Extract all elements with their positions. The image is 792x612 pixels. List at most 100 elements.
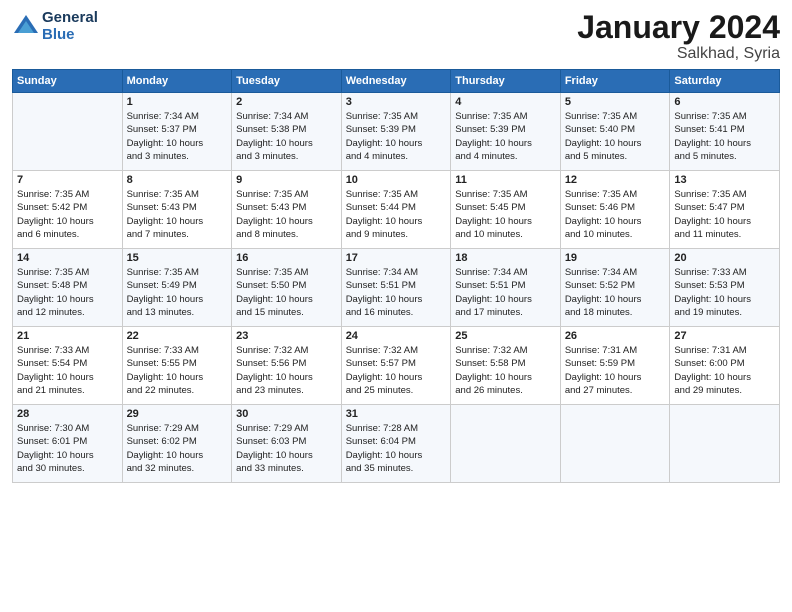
col-thursday: Thursday [451, 70, 561, 93]
calendar-cell: 7Sunrise: 7:35 AMSunset: 5:42 PMDaylight… [13, 171, 123, 249]
cell-line: Sunset: 5:56 PM [236, 357, 337, 370]
cell-content: Sunrise: 7:35 AMSunset: 5:39 PMDaylight:… [346, 110, 447, 163]
cell-line: Sunset: 5:37 PM [127, 123, 228, 136]
cell-line: and 17 minutes. [455, 306, 556, 319]
cell-line: Daylight: 10 hours [674, 371, 775, 384]
calendar-cell: 22Sunrise: 7:33 AMSunset: 5:55 PMDayligh… [122, 327, 232, 405]
cell-line: Daylight: 10 hours [127, 137, 228, 150]
cell-line: and 11 minutes. [674, 228, 775, 241]
header: General Blue January 2024 Salkhad, Syria [12, 10, 780, 63]
cell-content: Sunrise: 7:35 AMSunset: 5:39 PMDaylight:… [455, 110, 556, 163]
title-block: January 2024 Salkhad, Syria [577, 10, 780, 63]
cell-content: Sunrise: 7:35 AMSunset: 5:49 PMDaylight:… [127, 266, 228, 319]
cell-line: Daylight: 10 hours [674, 137, 775, 150]
calendar-cell: 4Sunrise: 7:35 AMSunset: 5:39 PMDaylight… [451, 93, 561, 171]
cell-line: Sunset: 6:00 PM [674, 357, 775, 370]
calendar-cell: 16Sunrise: 7:35 AMSunset: 5:50 PMDayligh… [232, 249, 342, 327]
cell-line: Sunset: 5:49 PM [127, 279, 228, 292]
day-number: 7 [17, 174, 118, 186]
cell-line: Sunset: 5:51 PM [346, 279, 447, 292]
cell-line: and 22 minutes. [127, 384, 228, 397]
location: Salkhad, Syria [577, 45, 780, 63]
cell-line: Daylight: 10 hours [236, 449, 337, 462]
day-number: 6 [674, 96, 775, 108]
cell-line: Sunrise: 7:34 AM [346, 266, 447, 279]
day-number: 1 [127, 96, 228, 108]
calendar-cell: 31Sunrise: 7:28 AMSunset: 6:04 PMDayligh… [341, 405, 451, 483]
day-number: 11 [455, 174, 556, 186]
calendar-cell [560, 405, 670, 483]
month-year: January 2024 [577, 10, 780, 45]
calendar-cell: 26Sunrise: 7:31 AMSunset: 5:59 PMDayligh… [560, 327, 670, 405]
cell-line: and 35 minutes. [346, 462, 447, 475]
calendar-header-row: Sunday Monday Tuesday Wednesday Thursday… [13, 70, 780, 93]
cell-line: Sunset: 6:01 PM [17, 435, 118, 448]
calendar-cell: 17Sunrise: 7:34 AMSunset: 5:51 PMDayligh… [341, 249, 451, 327]
cell-content: Sunrise: 7:35 AMSunset: 5:43 PMDaylight:… [236, 188, 337, 241]
cell-line: Sunset: 6:02 PM [127, 435, 228, 448]
calendar-cell: 9Sunrise: 7:35 AMSunset: 5:43 PMDaylight… [232, 171, 342, 249]
cell-line: Daylight: 10 hours [674, 293, 775, 306]
col-saturday: Saturday [670, 70, 780, 93]
day-number: 28 [17, 408, 118, 420]
cell-line: Daylight: 10 hours [236, 293, 337, 306]
calendar-week-2: 7Sunrise: 7:35 AMSunset: 5:42 PMDaylight… [13, 171, 780, 249]
cell-line: Daylight: 10 hours [346, 293, 447, 306]
day-number: 2 [236, 96, 337, 108]
cell-line: Sunset: 5:48 PM [17, 279, 118, 292]
cell-line: and 13 minutes. [127, 306, 228, 319]
calendar-cell: 27Sunrise: 7:31 AMSunset: 6:00 PMDayligh… [670, 327, 780, 405]
cell-line: Sunrise: 7:35 AM [346, 110, 447, 123]
cell-line: and 9 minutes. [346, 228, 447, 241]
calendar-cell: 23Sunrise: 7:32 AMSunset: 5:56 PMDayligh… [232, 327, 342, 405]
cell-line: and 27 minutes. [565, 384, 666, 397]
cell-content: Sunrise: 7:34 AMSunset: 5:38 PMDaylight:… [236, 110, 337, 163]
calendar-cell: 6Sunrise: 7:35 AMSunset: 5:41 PMDaylight… [670, 93, 780, 171]
day-number: 10 [346, 174, 447, 186]
cell-line: Sunset: 5:55 PM [127, 357, 228, 370]
cell-line: Sunrise: 7:29 AM [236, 422, 337, 435]
cell-content: Sunrise: 7:32 AMSunset: 5:57 PMDaylight:… [346, 344, 447, 397]
cell-line: Daylight: 10 hours [236, 137, 337, 150]
calendar-cell: 8Sunrise: 7:35 AMSunset: 5:43 PMDaylight… [122, 171, 232, 249]
cell-content: Sunrise: 7:29 AMSunset: 6:03 PMDaylight:… [236, 422, 337, 475]
cell-line: and 3 minutes. [127, 150, 228, 163]
calendar-cell: 1 Sunrise: 7:34 AMSunset: 5:37 PMDaylight… [122, 93, 232, 171]
calendar-cell: 19Sunrise: 7:34 AMSunset: 5:52 PMDayligh… [560, 249, 670, 327]
cell-line: Sunrise: 7:35 AM [565, 188, 666, 201]
cell-content: Sunrise: 7:35 AMSunset: 5:47 PMDaylight:… [674, 188, 775, 241]
cell-line: Daylight: 10 hours [346, 215, 447, 228]
cell-line: Sunset: 5:39 PM [455, 123, 556, 136]
cell-line: and 19 minutes. [674, 306, 775, 319]
cell-content: Sunrise: 7:32 AMSunset: 5:56 PMDaylight:… [236, 344, 337, 397]
cell-line: Sunrise: 7:35 AM [674, 188, 775, 201]
cell-line: Sunrise: 7:35 AM [17, 188, 118, 201]
day-number: 15 [127, 252, 228, 264]
cell-line: Sunset: 5:45 PM [455, 201, 556, 214]
cell-line: Sunset: 6:04 PM [346, 435, 447, 448]
cell-line: Daylight: 10 hours [17, 449, 118, 462]
cell-content: Sunrise: 7:32 AMSunset: 5:58 PMDaylight:… [455, 344, 556, 397]
day-number: 13 [674, 174, 775, 186]
cell-line: Sunrise: 7:35 AM [455, 110, 556, 123]
cell-content: Sunrise: 7:35 AMSunset: 5:48 PMDaylight:… [17, 266, 118, 319]
day-number: 5 [565, 96, 666, 108]
cell-line: Sunset: 5:38 PM [236, 123, 337, 136]
page-container: General Blue January 2024 Salkhad, Syria… [0, 0, 792, 491]
cell-line: Sunrise: 7:35 AM [127, 266, 228, 279]
calendar-cell: 13 Sunrise: 7:35 AMSunset: 5:47 PMDayligh… [670, 171, 780, 249]
logo-text: General Blue [42, 10, 98, 43]
cell-line: Sunset: 5:46 PM [565, 201, 666, 214]
cell-line: and 5 minutes. [565, 150, 666, 163]
cell-line: Sunrise: 7:35 AM [346, 188, 447, 201]
calendar-cell [451, 405, 561, 483]
cell-line: Sunrise: 7:32 AM [346, 344, 447, 357]
cell-line: Sunrise: 7:34 AM [127, 110, 228, 123]
cell-line: Daylight: 10 hours [455, 215, 556, 228]
cell-line: Daylight: 10 hours [565, 293, 666, 306]
cell-line: and 6 minutes. [17, 228, 118, 241]
calendar-cell: 10Sunrise: 7:35 AMSunset: 5:44 PMDayligh… [341, 171, 451, 249]
day-number: 8 [127, 174, 228, 186]
cell-line: and 30 minutes. [17, 462, 118, 475]
calendar-cell [670, 405, 780, 483]
